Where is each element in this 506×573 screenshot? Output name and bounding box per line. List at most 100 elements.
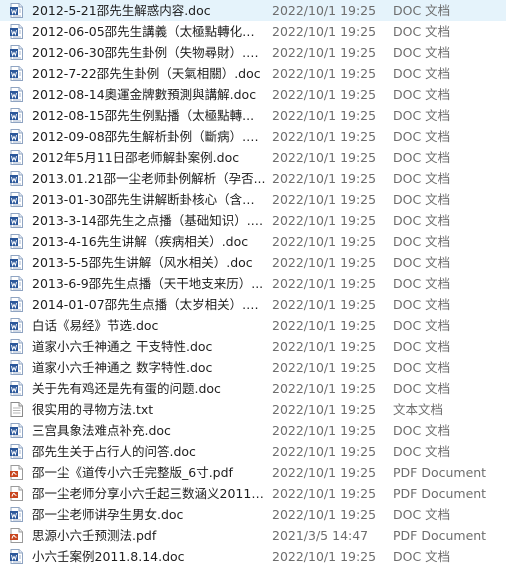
file-name: 关于先有鸡还是先有蛋的问题.doc xyxy=(32,381,221,396)
file-row[interactable]: 2014-01-07邵先生点播（太岁相关）.doc 2022/10/1 19:2… xyxy=(0,294,506,315)
file-type: DOC 文档 xyxy=(393,507,451,522)
word-doc-icon xyxy=(10,318,23,333)
word-doc-icon xyxy=(10,297,23,312)
file-name: 2012年5月11日邵老师解卦案例.doc xyxy=(32,150,240,165)
file-name: 2012-08-15邵先生例點播（太極點轉... xyxy=(32,108,255,123)
file-modified-date: 2022/10/1 19:25 xyxy=(272,339,377,354)
file-row[interactable]: 关于先有鸡还是先有蛋的问题.doc 2022/10/1 19:25 DOC 文档 xyxy=(0,378,506,399)
file-type: DOC 文档 xyxy=(393,381,451,396)
word-doc-icon xyxy=(10,45,23,60)
file-name: 2012-08-14奧運金牌數預測與講解.doc xyxy=(32,87,257,102)
file-name: 2012-06-05邵先生講義（太極點轉化）... xyxy=(32,24,266,39)
word-doc-icon xyxy=(10,507,23,522)
file-row[interactable]: 2013-5-5邵先生讲解（风水相关）.doc 2022/10/1 19:25 … xyxy=(0,252,506,273)
file-row[interactable]: 2013-01-30邵先生讲解断卦核心（含婚... 2022/10/1 19:2… xyxy=(0,189,506,210)
pdf-file-icon xyxy=(10,465,23,480)
file-type: DOC 文档 xyxy=(393,129,451,144)
file-name: 2013-4-16先生讲解（疾病相关）.doc xyxy=(32,234,249,249)
file-type: PDF Document xyxy=(393,465,487,480)
file-row[interactable]: 2012-7-22邵先生卦例（天氣相關）.doc 2022/10/1 19:25… xyxy=(0,63,506,84)
word-doc-icon xyxy=(10,339,23,354)
file-type: DOC 文档 xyxy=(393,192,451,207)
file-name: 2013-3-14邵先生之点播（基础知识）.d... xyxy=(32,213,266,228)
file-modified-date: 2022/10/1 19:25 xyxy=(272,486,377,501)
file-row[interactable]: 白话《易经》节选.doc 2022/10/1 19:25 DOC 文档 xyxy=(0,315,506,336)
file-name: 邵一尘老师分享小六壬起三数涵义2011-... xyxy=(32,486,266,501)
file-modified-date: 2022/10/1 19:25 xyxy=(272,444,377,459)
word-doc-icon xyxy=(10,423,23,438)
file-type: DOC 文档 xyxy=(393,171,451,186)
file-modified-date: 2022/10/1 19:25 xyxy=(272,171,377,186)
file-row[interactable]: 很实用的寻物方法.txt 2022/10/1 19:25 文本文档 xyxy=(0,399,506,420)
file-row[interactable]: 2013-6-9邵先生点播（天干地支来历）... 2022/10/1 19:25… xyxy=(0,273,506,294)
file-modified-date: 2022/10/1 19:25 xyxy=(272,423,377,438)
file-modified-date: 2022/10/1 19:25 xyxy=(272,549,377,564)
file-name: 2012-06-30邵先生卦例（失物尋財）.doc xyxy=(32,45,266,60)
file-name: 小六壬案例2011.8.14.doc xyxy=(32,549,185,564)
file-modified-date: 2022/10/1 19:25 xyxy=(272,234,377,249)
word-doc-icon xyxy=(10,381,23,396)
word-doc-icon xyxy=(10,549,23,564)
file-row[interactable]: 思源小六壬预测法.pdf 2021/3/5 14:47 PDF Document xyxy=(0,525,506,546)
file-row[interactable]: 2013.01.21邵一尘老师卦例解析（孕否... 2022/10/1 19:2… xyxy=(0,168,506,189)
file-row[interactable]: 2012-5-21邵先生解惑内容.doc 2022/10/1 19:25 DOC… xyxy=(0,0,506,21)
file-modified-date: 2022/10/1 19:25 xyxy=(272,255,377,270)
file-row[interactable]: 道家小六壬神通之 数字特性.doc 2022/10/1 19:25 DOC 文档 xyxy=(0,357,506,378)
file-name: 2012-7-22邵先生卦例（天氣相關）.doc xyxy=(32,66,261,81)
file-type: DOC 文档 xyxy=(393,213,451,228)
file-row[interactable]: 道家小六壬神通之 干支特性.doc 2022/10/1 19:25 DOC 文档 xyxy=(0,336,506,357)
file-modified-date: 2022/10/1 19:25 xyxy=(272,87,377,102)
word-doc-icon xyxy=(10,129,23,144)
word-doc-icon xyxy=(10,213,23,228)
file-modified-date: 2022/10/1 19:25 xyxy=(272,213,377,228)
word-doc-icon xyxy=(10,234,23,249)
file-row[interactable]: 邵一尘《道传小六壬完整版_6寸.pdf 2022/10/1 19:25 PDF … xyxy=(0,462,506,483)
word-doc-icon xyxy=(10,255,23,270)
file-type: DOC 文档 xyxy=(393,24,451,39)
file-type: DOC 文档 xyxy=(393,339,451,354)
file-modified-date: 2022/10/1 19:25 xyxy=(272,507,377,522)
file-modified-date: 2022/10/1 19:25 xyxy=(272,192,377,207)
file-name: 很实用的寻物方法.txt xyxy=(32,402,154,417)
file-modified-date: 2022/10/1 19:25 xyxy=(272,3,377,18)
word-doc-icon xyxy=(10,192,23,207)
file-type: DOC 文档 xyxy=(393,549,451,564)
file-modified-date: 2022/10/1 19:25 xyxy=(272,360,377,375)
file-type: PDF Document xyxy=(393,528,487,543)
file-row[interactable]: 2012-06-05邵先生講義（太極點轉化）... 2022/10/1 19:2… xyxy=(0,21,506,42)
file-name: 2012-5-21邵先生解惑内容.doc xyxy=(32,3,211,18)
file-row[interactable]: 2013-3-14邵先生之点播（基础知识）.d... 2022/10/1 19:… xyxy=(0,210,506,231)
file-row[interactable]: 2012年5月11日邵老师解卦案例.doc 2022/10/1 19:25 DO… xyxy=(0,147,506,168)
file-row[interactable]: 小六壬案例2011.8.14.doc 2022/10/1 19:25 DOC 文… xyxy=(0,546,506,567)
file-type: DOC 文档 xyxy=(393,318,451,333)
file-row[interactable]: 邵先生关于占行人的问答.doc 2022/10/1 19:25 DOC 文档 xyxy=(0,441,506,462)
file-type: DOC 文档 xyxy=(393,234,451,249)
file-type: DOC 文档 xyxy=(393,3,451,18)
file-modified-date: 2022/10/1 19:25 xyxy=(272,108,377,123)
pdf-file-icon xyxy=(10,486,23,501)
file-row[interactable]: 2012-08-15邵先生例點播（太極點轉... 2022/10/1 19:25… xyxy=(0,105,506,126)
file-type: DOC 文档 xyxy=(393,45,451,60)
word-doc-icon xyxy=(10,87,23,102)
file-row[interactable]: 三宫具象法难点补充.doc 2022/10/1 19:25 DOC 文档 xyxy=(0,420,506,441)
file-row[interactable]: 邵一尘老师分享小六壬起三数涵义2011-... 2022/10/1 19:25 … xyxy=(0,483,506,504)
text-file-icon xyxy=(10,402,23,417)
file-type: DOC 文档 xyxy=(393,444,451,459)
word-doc-icon xyxy=(10,24,23,39)
file-modified-date: 2022/10/1 19:25 xyxy=(272,24,377,39)
file-row[interactable]: 邵一尘老师讲孕生男女.doc 2022/10/1 19:25 DOC 文档 xyxy=(0,504,506,525)
file-name: 2014-01-07邵先生点播（太岁相关）.doc xyxy=(32,297,266,312)
file-row[interactable]: 2013-4-16先生讲解（疾病相关）.doc 2022/10/1 19:25 … xyxy=(0,231,506,252)
file-type: 文本文档 xyxy=(393,402,444,417)
file-row[interactable]: 2012-09-08邵先生解析卦例（斷病）.doc 2022/10/1 19:2… xyxy=(0,126,506,147)
file-modified-date: 2022/10/1 19:25 xyxy=(272,381,377,396)
file-name: 2013-6-9邵先生点播（天干地支来历）... xyxy=(32,276,264,291)
word-doc-icon xyxy=(10,444,23,459)
file-row[interactable]: 2012-06-30邵先生卦例（失物尋財）.doc 2022/10/1 19:2… xyxy=(0,42,506,63)
file-modified-date: 2022/10/1 19:25 xyxy=(272,402,377,417)
file-row[interactable]: 2012-08-14奧運金牌數預測與講解.doc 2022/10/1 19:25… xyxy=(0,84,506,105)
file-type: DOC 文档 xyxy=(393,276,451,291)
file-modified-date: 2022/10/1 19:25 xyxy=(272,276,377,291)
file-name: 2012-09-08邵先生解析卦例（斷病）.doc xyxy=(32,129,266,144)
file-type: DOC 文档 xyxy=(393,297,451,312)
